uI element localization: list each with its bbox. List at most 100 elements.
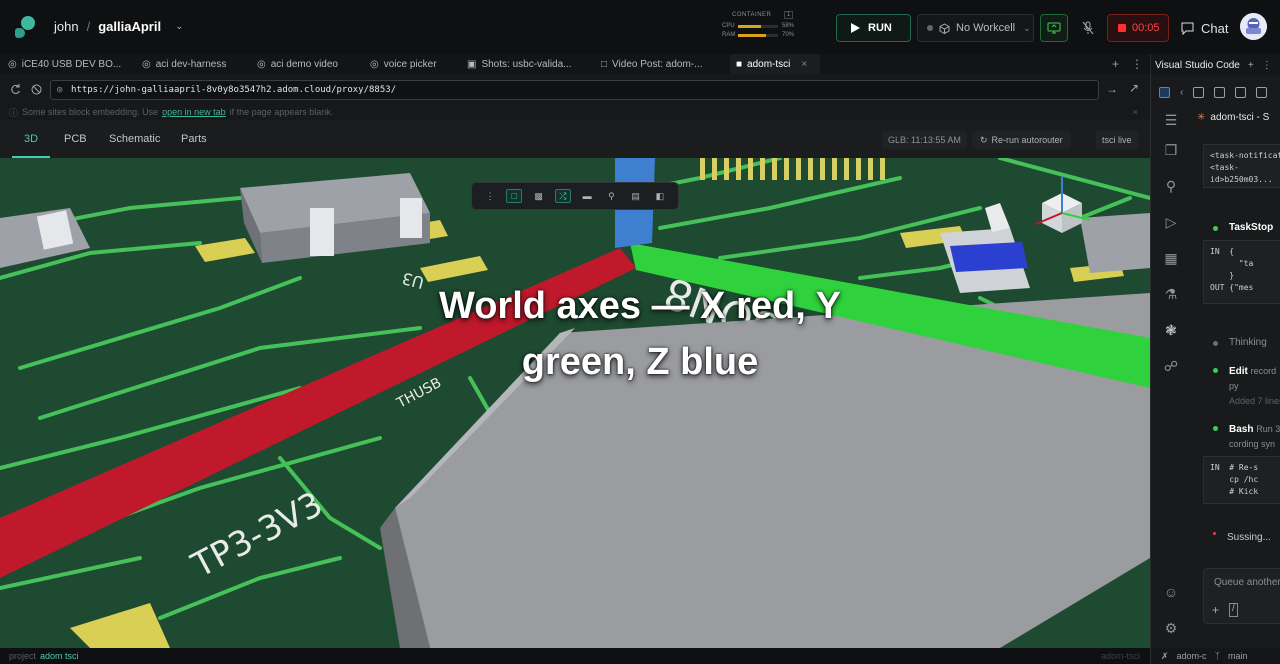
arrow-right-icon[interactable]: → bbox=[1106, 82, 1118, 96]
tab-label: iCE40 USB DEV BO... bbox=[21, 58, 122, 70]
cpu-bar-fill bbox=[738, 24, 762, 28]
mute-button[interactable] bbox=[1074, 14, 1102, 42]
vscode-tab-title[interactable]: Visual Studio Code bbox=[1155, 60, 1240, 71]
panel-icon[interactable] bbox=[1235, 86, 1247, 98]
url-input[interactable]: ◎ https://john-galliaapril-8v0y8o3547h2.… bbox=[50, 80, 1099, 100]
run-button[interactable]: RUN bbox=[836, 14, 911, 42]
extensions-icon[interactable]: ▦ bbox=[1163, 250, 1179, 266]
plus-icon[interactable]: + bbox=[1112, 57, 1119, 71]
explorer-tab-icon[interactable] bbox=[1159, 86, 1170, 98]
remote-icon[interactable]: ✗ bbox=[1161, 651, 1169, 662]
user-name[interactable]: john bbox=[54, 19, 79, 34]
mic-off-icon bbox=[1082, 21, 1094, 35]
globe-icon: ◎ bbox=[257, 58, 266, 70]
vscode-panel: Visual Studio Code + ⋮ ‹ ☰ ❐ ⚲ ▷ ▦ ⚗ ❃ ☍… bbox=[1150, 54, 1280, 664]
search-icon[interactable]: ⚲ bbox=[1163, 178, 1179, 194]
tsci-live-button[interactable]: tsci live bbox=[1096, 131, 1138, 149]
ram-value: 70% bbox=[782, 32, 795, 38]
entry-title: Edit bbox=[1229, 366, 1248, 377]
flask-icon[interactable]: ⚗ bbox=[1163, 286, 1179, 302]
file-icon: ■ bbox=[736, 58, 743, 70]
status-dot bbox=[1213, 226, 1218, 231]
ruler-icon[interactable]: ▬ bbox=[579, 189, 595, 203]
status-project-name[interactable]: adom tsci bbox=[40, 651, 79, 661]
account-icon[interactable]: ☺ bbox=[1163, 584, 1179, 600]
close-icon[interactable]: × bbox=[1133, 107, 1138, 117]
entry-title: Thinking bbox=[1229, 337, 1267, 348]
3d-toolbar: ⋮ □ ▩ ⤮ ▬ ⚲ ▤ ◧ bbox=[471, 182, 679, 210]
box-icon[interactable]: ▩ bbox=[531, 189, 547, 203]
globe-icon: ◎ bbox=[142, 58, 151, 70]
menu-icon[interactable]: ☰ bbox=[1163, 112, 1179, 128]
browser-tab-active[interactable]: ■ adom-tsci × bbox=[730, 54, 820, 74]
status-workspace[interactable]: adom-c bbox=[1177, 651, 1207, 661]
browser-tab[interactable]: ◎ voice picker bbox=[370, 54, 460, 74]
open-new-tab-link[interactable]: open in new tab bbox=[162, 107, 226, 117]
status-branch[interactable]: main bbox=[1228, 651, 1248, 661]
chevron-left-icon[interactable]: ‹ bbox=[1180, 87, 1183, 98]
zoom-icon[interactable]: ⚲ bbox=[603, 189, 619, 203]
globe-icon: ◎ bbox=[370, 58, 379, 70]
project-name[interactable]: galliaApril bbox=[98, 19, 161, 34]
browser-tab-strip: ◎ iCE40 USB DEV BO... ◎ aci dev-harness ◎ a… bbox=[0, 54, 1150, 74]
file-icon: □ bbox=[601, 58, 608, 70]
tab-pcb[interactable]: PCB bbox=[64, 133, 87, 145]
avatar[interactable] bbox=[1240, 13, 1267, 40]
tab-3d[interactable]: 3D bbox=[24, 133, 38, 145]
more-vertical-icon[interactable]: ⋮ bbox=[1262, 60, 1272, 71]
slash-command-icon[interactable]: / bbox=[1229, 603, 1238, 617]
browser-tab[interactable]: ◎ aci dev-harness bbox=[142, 54, 252, 74]
gear-icon[interactable]: ⚙ bbox=[1163, 620, 1179, 636]
close-icon[interactable]: × bbox=[801, 59, 807, 70]
select-box-icon[interactable]: □ bbox=[506, 189, 523, 203]
browser-tab[interactable]: ▣ Shots: usbc-valida... bbox=[467, 54, 587, 74]
code-block-taskstop: IN { "ta } OUT {"mes bbox=[1203, 240, 1280, 304]
drag-handle-icon[interactable]: ⋮ bbox=[482, 189, 498, 203]
block-icon[interactable] bbox=[31, 84, 42, 95]
plus-icon[interactable]: + bbox=[1248, 60, 1254, 71]
panel-icon[interactable]: ◧ bbox=[652, 189, 668, 203]
browser-tab[interactable]: ◎ aci demo video bbox=[257, 54, 367, 74]
3d-viewport[interactable]: U3 WSON8 TP3-3V3 THUSB ⋮ □ ▩ ⤮ ▬ ⚲ ▤ ◧ W… bbox=[0, 158, 1150, 648]
info-icon: ⓘ bbox=[9, 107, 19, 118]
chevron-down-icon[interactable]: ⌄ bbox=[175, 21, 183, 32]
run-debug-icon[interactable]: ▷ bbox=[1163, 214, 1179, 230]
status-dot bbox=[1213, 532, 1216, 535]
cpu-bar bbox=[738, 24, 778, 28]
entry-detail: record bbox=[1250, 366, 1277, 376]
status-dot bbox=[927, 25, 933, 31]
status-bar: project adom tsci adom-tsci bbox=[0, 648, 1150, 664]
chat-button[interactable]: Chat bbox=[1181, 14, 1228, 42]
session-title-text: adom-tsci - S bbox=[1210, 112, 1270, 123]
browser-tab[interactable]: □ Video Post: adom-... bbox=[601, 54, 716, 74]
tab-parts[interactable]: Parts bbox=[181, 133, 207, 145]
rerun-autorouter-button[interactable]: ↻ Re-run autorouter bbox=[972, 131, 1071, 149]
files-icon[interactable]: ❐ bbox=[1163, 142, 1179, 158]
queue-input[interactable]: Queue another + / bbox=[1203, 568, 1280, 624]
activity-bar: ☰ ❐ ⚲ ▷ ▦ ⚗ ❃ ☍ ☺ ⚙ bbox=[1151, 106, 1189, 662]
workcell-label: No Workcell bbox=[956, 22, 1016, 34]
play-icon bbox=[851, 23, 860, 33]
browser-tab[interactable]: ◎ iCE40 USB DEV BO... bbox=[8, 54, 128, 74]
plus-icon[interactable]: + bbox=[1212, 603, 1219, 617]
external-link-icon[interactable]: ↗ bbox=[1129, 81, 1139, 95]
reload-icon[interactable] bbox=[10, 84, 21, 95]
split-icon[interactable] bbox=[1193, 86, 1205, 98]
sidebar-icon[interactable] bbox=[1256, 86, 1268, 98]
layout-icon[interactable] bbox=[1214, 86, 1226, 98]
entry-line3: Added 7 lines bbox=[1229, 396, 1280, 406]
claude-icon[interactable]: ❃ bbox=[1163, 322, 1179, 338]
more-vertical-icon[interactable]: ⋮ bbox=[1131, 57, 1143, 71]
share-icon[interactable]: ☍ bbox=[1163, 358, 1179, 374]
layers-icon[interactable]: ▤ bbox=[628, 189, 644, 203]
adom-logo-icon[interactable] bbox=[12, 14, 38, 40]
tab-strip-actions: + ⋮ bbox=[1112, 54, 1143, 74]
screen-share-button[interactable] bbox=[1040, 14, 1068, 42]
entry-bash: Bash Run 3 cording syn bbox=[1229, 422, 1280, 452]
axes-icon[interactable]: ⤮ bbox=[554, 189, 571, 203]
recording-timer[interactable]: 00:05 bbox=[1107, 14, 1169, 42]
globe-icon: ◎ bbox=[8, 58, 17, 70]
top-bar: john / galliaApril ⌄ CONTAINER 1 CPU 58%… bbox=[0, 0, 1280, 54]
workcell-select[interactable]: No Workcell ⌄ bbox=[917, 14, 1034, 42]
tab-schematic[interactable]: Schematic bbox=[109, 133, 160, 145]
